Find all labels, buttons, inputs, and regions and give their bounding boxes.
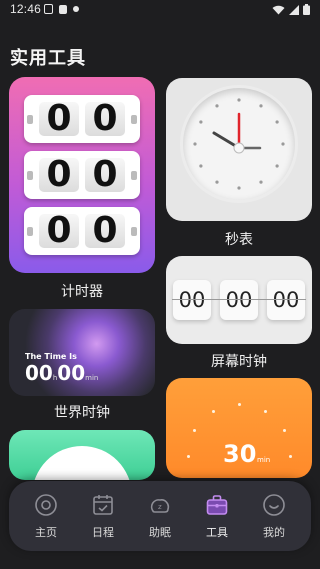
clock-face-icon	[183, 88, 295, 200]
dial-dot	[193, 429, 196, 432]
nav-label: 主页	[35, 526, 57, 539]
timer-digit: 0	[85, 158, 125, 192]
signal-icon	[289, 4, 299, 15]
timer-digit: 0	[39, 214, 79, 248]
timer-label[interactable]: 计时器	[9, 281, 155, 301]
timer-digit: 0	[85, 102, 125, 136]
dial-dot	[212, 410, 215, 413]
dial-dot	[238, 403, 241, 406]
timer-card[interactable]: 0 0 0 0 0 0	[9, 77, 155, 273]
sleep-icon: z	[150, 499, 170, 513]
dial-dot	[187, 455, 190, 458]
profile-icon	[263, 494, 285, 516]
notification-icons	[44, 4, 79, 14]
world-clock-card[interactable]: The Time Is 00h00min	[9, 309, 155, 396]
screen-clock-card[interactable]: 00 00 00	[166, 256, 312, 344]
dial-dot	[264, 410, 267, 413]
timer-digit: 0	[39, 102, 79, 136]
flip-clock-digit: 00	[267, 280, 305, 320]
stopwatch-card[interactable]	[166, 78, 312, 221]
world-clock-hours: 00	[25, 361, 53, 385]
world-clock-label[interactable]: 世界时钟	[9, 402, 155, 422]
world-clock-time: 00h00min	[25, 361, 98, 385]
stopwatch-label[interactable]: 秒表	[166, 229, 312, 249]
svg-text:z: z	[158, 503, 162, 511]
nav-label: 助眠	[149, 526, 171, 539]
home-circle-icon	[35, 494, 57, 516]
nav-profile[interactable]: 我的	[249, 493, 299, 543]
nav-label: 我的	[263, 526, 285, 539]
dial-dot	[289, 455, 292, 458]
countdown-value: 30	[223, 440, 257, 468]
timer-minutes-row: 0 0	[24, 151, 140, 199]
toolbox-icon	[206, 495, 228, 515]
system-icons	[272, 4, 310, 15]
timer-hours-row: 0 0	[24, 95, 140, 143]
nav-tools[interactable]: 工具	[192, 493, 242, 543]
nav-sleep[interactable]: z 助眠	[135, 493, 185, 543]
flip-clock-digit: 00	[220, 280, 258, 320]
flip-clock-digit: 00	[173, 280, 211, 320]
dot-notification-icon	[73, 6, 79, 12]
minutes-unit: min	[85, 374, 99, 382]
flip-divider	[172, 299, 306, 300]
dial-circle	[32, 446, 132, 480]
app-notification-icon	[59, 4, 67, 14]
sleep-tool-card[interactable]	[9, 430, 155, 480]
analog-clock-icon	[193, 98, 285, 190]
nav-label: 工具	[206, 526, 228, 539]
wifi-icon	[272, 5, 285, 14]
calendar-icon	[93, 495, 113, 515]
status-bar: 12:46	[0, 0, 320, 20]
screen-clock-label[interactable]: 屏幕时钟	[166, 351, 312, 371]
timer-digit: 0	[85, 214, 125, 248]
nav-schedule[interactable]: 日程	[78, 493, 128, 543]
timer-seconds-row: 0 0	[24, 207, 140, 255]
world-clock-minutes: 00	[57, 361, 86, 385]
timer-digit: 0	[39, 158, 79, 192]
nav-home[interactable]: 主页	[21, 493, 71, 543]
app-notification-icon	[44, 4, 53, 14]
nav-label: 日程	[92, 526, 114, 539]
dial-dot	[283, 429, 286, 432]
countdown-card[interactable]: 30 min	[166, 378, 312, 478]
battery-icon	[303, 4, 310, 15]
page-title: 实用工具	[10, 48, 86, 69]
status-time: 12:46	[10, 2, 42, 16]
world-clock-caption: The Time Is	[25, 352, 77, 361]
bottom-nav: 主页 日程 z 助眠 工具 我的	[9, 481, 311, 551]
countdown-unit: min	[257, 456, 271, 464]
